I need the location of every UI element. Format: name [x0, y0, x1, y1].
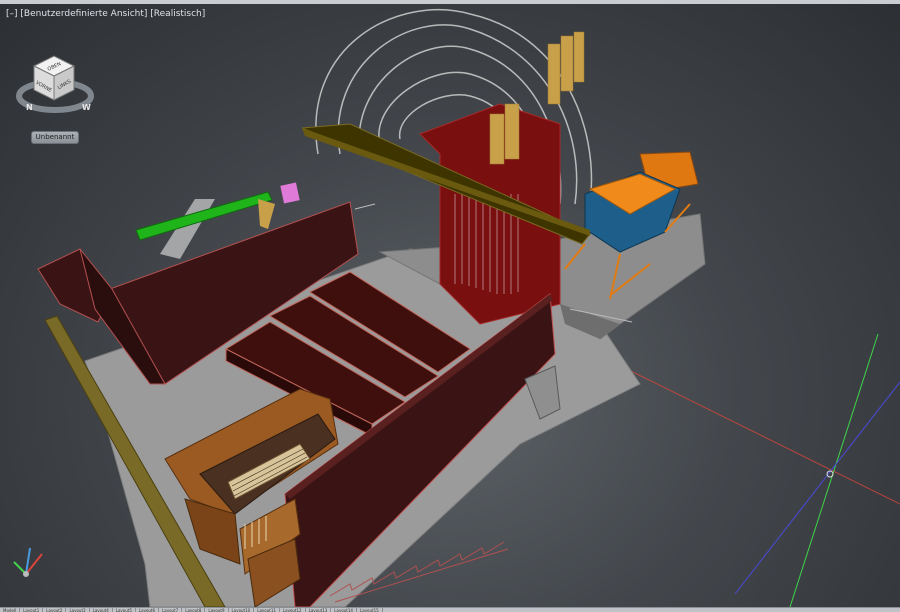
3d-viewport[interactable]: [–] [Benutzerdefinierte Ansicht] [Realis…: [0, 4, 900, 607]
layout-tab[interactable]: Layout2: [43, 608, 67, 612]
viewcube[interactable]: OBEN VORNE LINKS N W: [12, 48, 98, 120]
layout-tab[interactable]: Layout12: [280, 608, 306, 612]
layout-tab[interactable]: Layout9: [205, 608, 229, 612]
ucs-icon: [13, 547, 43, 577]
layout-tab[interactable]: Layout14: [331, 608, 357, 612]
y-axis-line: [789, 333, 879, 607]
viewport-control-menu[interactable]: [–]: [6, 9, 18, 19]
layout-tab[interactable]: Layout10: [229, 608, 255, 612]
layout-tab[interactable]: Layout15: [357, 608, 383, 612]
layout-tab-bar: Modell Layout1 Layout2 Layout3 Layout4 Layout…: [0, 607, 900, 612]
layout-tab[interactable]: Modell: [0, 608, 21, 612]
layout-tab[interactable]: Layout13: [306, 608, 332, 612]
layout-tab[interactable]: Layout6: [136, 608, 160, 612]
compass-w-label: W: [82, 103, 91, 112]
layout-tab[interactable]: Layout5: [113, 608, 136, 612]
model-scene[interactable]: [0, 4, 900, 607]
viewport-label: [–] [Benutzerdefinierte Ansicht] [Realis…: [6, 9, 205, 19]
layout-tab[interactable]: Layout8: [182, 608, 206, 612]
wcs-menu-button[interactable]: Unbenannt: [31, 131, 79, 144]
autocad-window: [–] [Benutzerdefinierte Ansicht] [Realis…: [0, 0, 900, 612]
layout-tab[interactable]: Layout4: [90, 608, 113, 612]
view-menu[interactable]: [Benutzerdefinierte Ansicht]: [20, 9, 147, 19]
layout-tab[interactable]: Layout7: [159, 608, 183, 612]
z-axis-line: [734, 381, 900, 595]
left-rail: [354, 203, 376, 210]
layout-tab[interactable]: Layout3: [66, 608, 90, 612]
layout-tab[interactable]: Layout11: [254, 608, 280, 612]
compass-n-label: N: [26, 103, 33, 112]
visual-style-menu[interactable]: [Realistisch]: [150, 9, 205, 19]
layout-tab[interactable]: Layout1: [20, 608, 44, 612]
